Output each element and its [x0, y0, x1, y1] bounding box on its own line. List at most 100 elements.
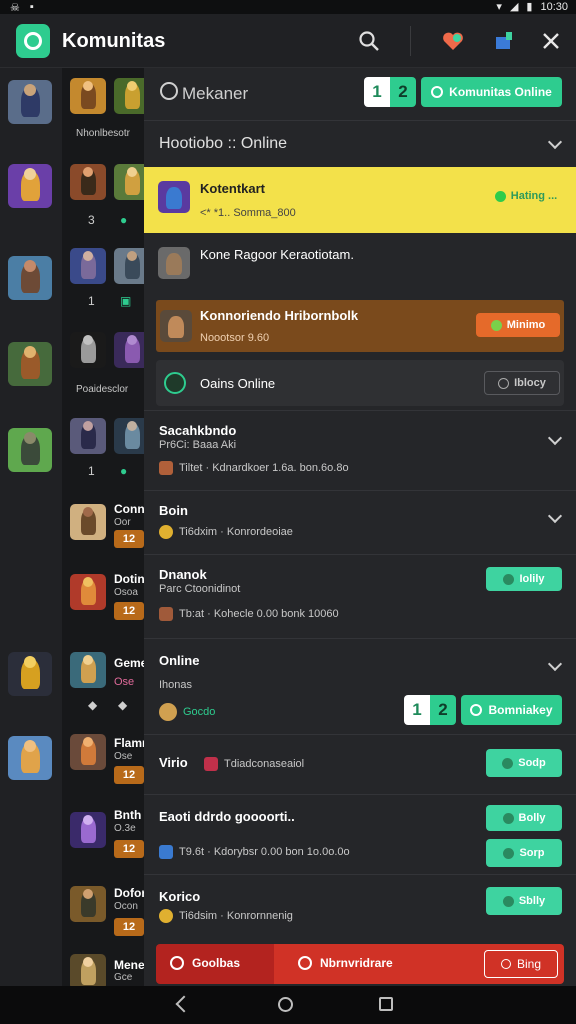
game-badge: 12: [114, 918, 144, 936]
search-icon[interactable]: [356, 28, 382, 54]
game-tile[interactable]: [8, 256, 52, 300]
bing-button[interactable]: Bing: [484, 950, 558, 978]
chevron-down-icon[interactable]: [547, 134, 563, 150]
list-item[interactable]: Boin Ti6dxim · Konrordeoiae: [144, 490, 576, 554]
online-row[interactable]: Oains Online Iblocy: [156, 360, 564, 406]
game-tile[interactable]: [70, 734, 106, 770]
status-pill[interactable]: Minimo: [476, 313, 560, 337]
highlighted-row[interactable]: Kotentkart <* *1.. Somma_800 Hating ...: [144, 167, 576, 233]
divider: [410, 26, 411, 56]
community-online-button[interactable]: Komunitas Online: [421, 77, 562, 107]
game-tile[interactable]: [70, 954, 106, 990]
game-tile[interactable]: [70, 78, 106, 114]
game-tile[interactable]: [70, 574, 106, 610]
item-title: Online: [159, 653, 200, 668]
check-icon: [494, 190, 506, 202]
avatar: [160, 310, 192, 342]
app-logo-icon[interactable]: [16, 24, 50, 58]
status-pill[interactable]: Hating ...: [486, 184, 566, 208]
search-icon: [160, 82, 178, 100]
game-name: Geme: [114, 656, 144, 670]
action-button[interactable]: Bolly: [486, 805, 562, 831]
game-tile[interactable]: [70, 504, 106, 540]
item-meta: Gocdo: [159, 703, 215, 721]
chevron-down-icon[interactable]: [547, 508, 563, 524]
game-name: Conn: [114, 502, 144, 516]
game-badge: 12: [114, 766, 144, 784]
list-item[interactable]: Dnanok Parc Ctoonidinot Tb:at · Kohecle …: [144, 554, 576, 638]
online-section-header[interactable]: Hootiobo :: Online: [144, 120, 576, 166]
game-name: Dofor: [114, 886, 144, 900]
game-name: Dotin: [114, 572, 144, 586]
game-tile[interactable]: [70, 332, 106, 368]
back-icon[interactable]: [175, 995, 193, 1013]
link-icon: [502, 757, 514, 769]
main-action-button[interactable]: Nbrnvridrare Bing: [274, 944, 564, 984]
link-icon: [503, 847, 515, 859]
game-tile[interactable]: [8, 736, 52, 780]
battery-icon: ▮: [526, 1, 533, 13]
skull-icon: ☠: [10, 2, 20, 14]
item-counter: 1 2: [404, 695, 456, 725]
row-subtitle: <* *1.. Somma_800: [200, 207, 296, 219]
close-icon[interactable]: [538, 28, 564, 54]
heart-icon: [298, 956, 312, 970]
block-button[interactable]: Iblocy: [484, 371, 560, 395]
goolbas-button[interactable]: Goolbas: [156, 944, 274, 984]
online-dot: ◆: [88, 698, 98, 712]
game-tile[interactable]: [70, 164, 106, 200]
list-item[interactable]: Online Ihonas Gocdo 1 2 Bomniakey: [144, 638, 576, 734]
action-button[interactable]: Sblly: [486, 887, 562, 915]
action-button[interactable]: Bomniakey: [461, 695, 562, 725]
game-badge: 12: [114, 602, 144, 620]
recents-icon[interactable]: [379, 997, 393, 1011]
item-title: Sacahkbndo: [159, 423, 237, 438]
list-item[interactable]: Kone Ragoor Keraotiotam.: [144, 233, 576, 295]
game-tile[interactable]: [70, 652, 106, 688]
game-tile[interactable]: [8, 164, 52, 208]
row-title: Konnoriendo Hribornbolk: [200, 308, 359, 323]
game-badge: 12: [114, 530, 144, 548]
search-input[interactable]: [182, 82, 352, 106]
game-name-sub: Ocon: [114, 901, 138, 912]
online-counter: 1 2: [364, 77, 416, 107]
game-icon: [159, 845, 173, 859]
action-button[interactable]: Sodp: [486, 749, 562, 777]
profile-icon[interactable]: [492, 28, 518, 54]
link-icon: [500, 959, 511, 969]
search-icon: [170, 956, 184, 970]
game-tile[interactable]: [8, 342, 52, 386]
action-button[interactable]: Iolily: [486, 567, 562, 591]
game-tile[interactable]: [8, 80, 52, 124]
chevron-down-icon[interactable]: [547, 656, 563, 672]
game-tile[interactable]: [70, 812, 106, 848]
home-icon[interactable]: [278, 997, 293, 1012]
game-tile[interactable]: [70, 418, 106, 454]
item-meta: Ti6dsim · Konrornnenig: [159, 909, 293, 923]
action-button[interactable]: Sorp: [486, 839, 562, 867]
game-tile[interactable]: [8, 652, 52, 696]
section-title: Hootiobo :: Online: [159, 135, 288, 152]
community-panel: 1 2 Komunitas Online Hootiobo :: Online …: [144, 68, 576, 986]
game-grid-column: Nhonlbesotr 3 ● 1 ▣ Poaidesclor 1 ● Conn…: [62, 68, 150, 990]
game-tile[interactable]: [8, 428, 52, 472]
game-name: Flamn: [114, 736, 144, 750]
list-item[interactable]: Korico Ti6dsim · Konrornnenig Sblly: [144, 874, 576, 940]
item-title: Korico: [159, 889, 201, 904]
notification-icon: ▪: [29, 1, 34, 13]
game-name-sub: O.3e: [114, 823, 136, 834]
heart-icon[interactable]: [440, 28, 466, 54]
row-subtitle: Noootsor 9.60: [200, 332, 270, 344]
game-list-column: [0, 68, 62, 986]
game-tile[interactable]: [70, 886, 106, 922]
list-item[interactable]: Eaoti ddrdo goooorti.. T9.6t · Kdorybsr …: [144, 794, 576, 874]
chevron-down-icon[interactable]: [547, 430, 563, 446]
online-dot: ◆: [118, 698, 128, 712]
game-tile[interactable]: [70, 248, 106, 284]
online-dot: ●: [120, 213, 128, 227]
item-title: Boin: [159, 503, 188, 518]
list-item[interactable]: Sacahkbndo Pr6Ci: Baaa Aki Tiltet · Kdna…: [144, 410, 576, 490]
list-item[interactable]: Virio Tdiadconaseaiol Sodp: [144, 734, 576, 794]
active-row[interactable]: Konnoriendo Hribornbolk Noootsor 9.60 Mi…: [156, 300, 564, 352]
game-label: Nhonlbesotr: [76, 128, 130, 139]
